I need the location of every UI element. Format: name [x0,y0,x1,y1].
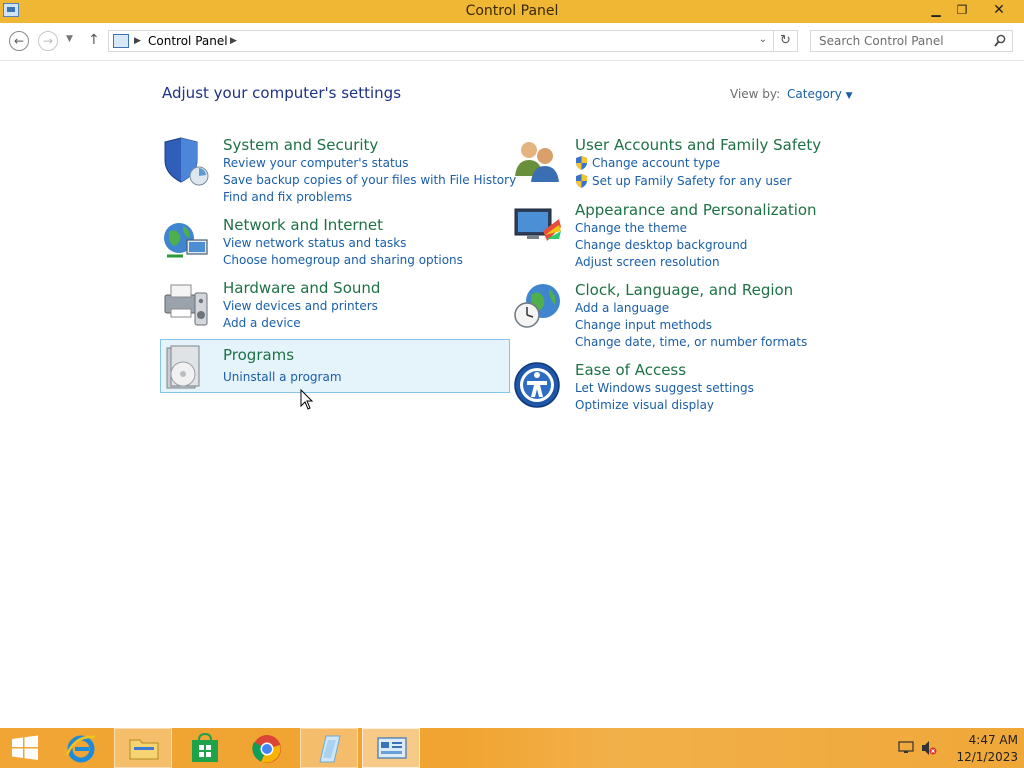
store-icon[interactable] [189,733,221,763]
search-icon[interactable] [994,34,1006,48]
app-window-icon[interactable] [314,734,346,764]
uac-shield-icon [576,174,587,188]
category-title[interactable]: Programs [223,346,294,364]
link-add-device[interactable]: Add a device [223,316,301,330]
category-title[interactable]: Hardware and Sound [223,279,380,297]
title-bar: Control Panel ▁ ❐ ✕ [0,0,1024,23]
dropdown-arrow-icon[interactable]: ▼ [846,91,853,101]
link-date-time-formats[interactable]: Change date, time, or number formats [575,335,807,349]
link-uninstall-program[interactable]: Uninstall a program [223,370,342,384]
link-add-language[interactable]: Add a language [575,301,669,315]
forward-button[interactable]: → [38,31,58,51]
category-user-accounts: User Accounts and Family Safety Change a… [513,136,853,192]
link-input-methods[interactable]: Change input methods [575,318,712,332]
back-button[interactable]: ← [9,31,29,51]
window-title: Control Panel [465,3,559,19]
category-ease-of-access: Ease of Access Let Windows suggest setti… [513,361,853,413]
taskbar-file-explorer[interactable] [114,728,172,768]
minimize-button[interactable]: ▁ [925,0,947,20]
folder-icon[interactable] [128,734,160,762]
breadcrumb-chevron-icon[interactable]: ▶ [134,33,141,49]
taskbar-store[interactable] [176,728,234,768]
ease-of-access-icon[interactable] [513,361,563,411]
display-palette-icon[interactable] [513,201,563,251]
taskbar-chrome[interactable] [238,728,296,768]
control-panel-icon[interactable] [376,734,408,762]
link-desktop-background[interactable]: Change desktop background [575,238,747,252]
address-bar[interactable]: ▶ Control Panel ▶ ⌄ [108,30,774,52]
network-globe-icon[interactable] [161,216,211,266]
uac-shield-icon [576,156,587,170]
category-appearance: Appearance and Personalization Change th… [513,201,853,271]
shield-icon[interactable] [161,136,211,186]
link-homegroup[interactable]: Choose homegroup and sharing options [223,253,463,267]
clock-date[interactable]: 12/1/2023 [944,750,1018,764]
search-input[interactable]: Search Control Panel [819,34,944,48]
category-title[interactable]: Clock, Language, and Region [575,281,793,299]
clock-globe-icon[interactable] [513,281,563,331]
link-find-fix-problems[interactable]: Find and fix problems [223,190,352,204]
taskbar-control-panel[interactable] [362,728,420,768]
up-button[interactable]: ↑ [88,32,100,48]
breadcrumb-chevron-icon[interactable]: ▶ [230,33,237,49]
start-button[interactable] [0,728,58,768]
search-box[interactable]: Search Control Panel [810,30,1013,52]
users-icon[interactable] [513,136,563,186]
link-family-safety[interactable]: Set up Family Safety for any user [592,174,792,188]
link-visual-display[interactable]: Optimize visual display [575,398,714,412]
mouse-cursor-icon [300,389,314,410]
volume-muted-icon[interactable] [921,740,937,756]
internet-explorer-icon[interactable] [65,733,97,763]
recent-locations-dropdown[interactable]: ▼ [66,34,73,44]
category-title[interactable]: System and Security [223,136,378,154]
restore-button[interactable]: ❐ [951,0,973,20]
category-network-internet: Network and Internet View network status… [161,216,501,270]
printer-speaker-icon[interactable] [161,279,211,329]
refresh-button[interactable]: ↻ [774,30,798,52]
chrome-icon[interactable] [251,733,283,765]
category-clock-language: Clock, Language, and Region Add a langua… [513,281,853,351]
programs-disc-icon[interactable] [161,344,211,394]
category-hardware-sound: Hardware and Sound View devices and prin… [161,279,501,333]
link-change-theme[interactable]: Change the theme [575,221,687,235]
control-panel-icon [113,34,129,48]
view-by-label: View by: [730,87,781,101]
taskbar [0,728,1024,768]
view-by-value[interactable]: Category [787,87,842,101]
taskbar-app[interactable] [300,728,358,768]
link-file-history[interactable]: Save backup copies of your files with Fi… [223,173,516,187]
link-review-status[interactable]: Review your computer's status [223,156,409,170]
category-title[interactable]: Appearance and Personalization [575,201,817,219]
link-change-account-type[interactable]: Change account type [592,156,720,170]
page-title: Adjust your computer's settings [162,84,402,102]
category-title[interactable]: Ease of Access [575,361,686,379]
close-button[interactable]: ✕ [977,0,1021,20]
category-system-security: System and Security Review your computer… [161,136,516,206]
view-by-dropdown[interactable]: Category ▼ [787,87,853,101]
breadcrumb-control-panel[interactable]: Control Panel [148,34,228,48]
link-devices-printers[interactable]: View devices and printers [223,299,378,313]
link-suggest-settings[interactable]: Let Windows suggest settings [575,381,754,395]
link-network-status[interactable]: View network status and tasks [223,236,406,250]
category-programs: Programs Uninstall a program [161,345,501,389]
address-dropdown-icon[interactable]: ⌄ [759,34,767,45]
category-title[interactable]: User Accounts and Family Safety [575,136,821,154]
navigation-bar: ← → ▼ ↑ ▶ Control Panel ▶ ⌄ ↻ Search Con… [0,23,1024,61]
link-screen-resolution[interactable]: Adjust screen resolution [575,255,720,269]
category-title[interactable]: Network and Internet [223,216,383,234]
taskbar-internet-explorer[interactable] [52,728,110,768]
network-tray-icon[interactable] [898,740,914,754]
clock-time[interactable]: 4:47 AM [944,733,1018,747]
windows-logo-icon[interactable] [10,734,40,762]
